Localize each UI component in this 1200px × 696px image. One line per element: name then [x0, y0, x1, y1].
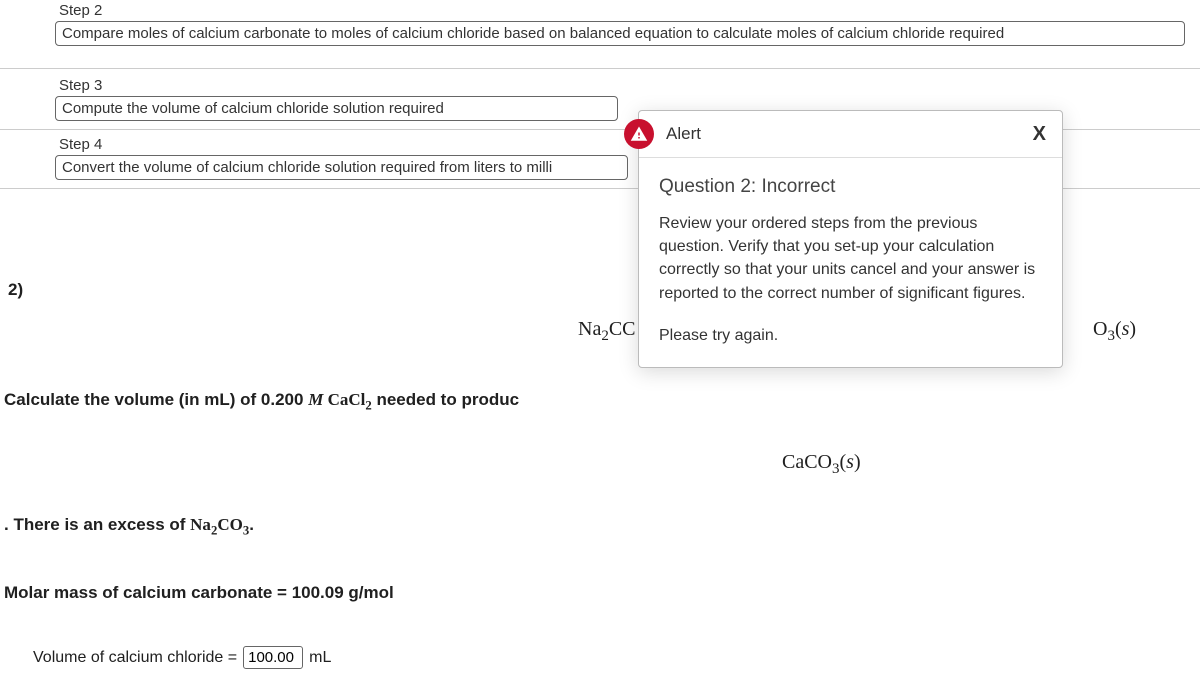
step-4-box[interactable]: Convert the volume of calcium chloride s… — [55, 155, 628, 180]
alert-dialog: Alert X Question 2: Incorrect Review you… — [638, 110, 1063, 368]
alert-heading: Question 2: Incorrect — [659, 176, 1042, 198]
step-2-label: Step 2 — [55, 2, 1200, 21]
close-button[interactable]: X — [1029, 123, 1050, 146]
answer-row: Volume of calcium chloride = mL — [33, 646, 331, 669]
alert-icon — [624, 119, 654, 149]
equation-fragment-left: Na2CC — [578, 318, 634, 345]
step-2-box[interactable]: Compare moles of calcium carbonate to mo… — [55, 21, 1185, 46]
answer-unit: mL — [309, 649, 331, 667]
molar-mass-line: Molar mass of calcium carbonate = 100.09… — [4, 583, 394, 603]
question-number: 2) — [8, 280, 23, 300]
step-3-label: Step 3 — [55, 77, 1200, 96]
caco3-formula: CaCO3(s) — [782, 451, 861, 478]
answer-label: Volume of calcium chloride = — [33, 649, 237, 667]
alert-try-again: Please try again. — [659, 327, 1042, 345]
alert-title: Alert — [666, 124, 1029, 144]
step-3-box[interactable]: Compute the volume of calcium chloride s… — [55, 96, 618, 121]
alert-message: Review your ordered steps from the previ… — [659, 212, 1042, 305]
calculate-line: Calculate the volume (in mL) of 0.200 M … — [4, 390, 519, 413]
answer-input[interactable] — [243, 646, 303, 669]
excess-line: . There is an excess of Na2CO3. — [4, 515, 254, 538]
equation-fragment-right: O3(s) — [1093, 318, 1136, 345]
